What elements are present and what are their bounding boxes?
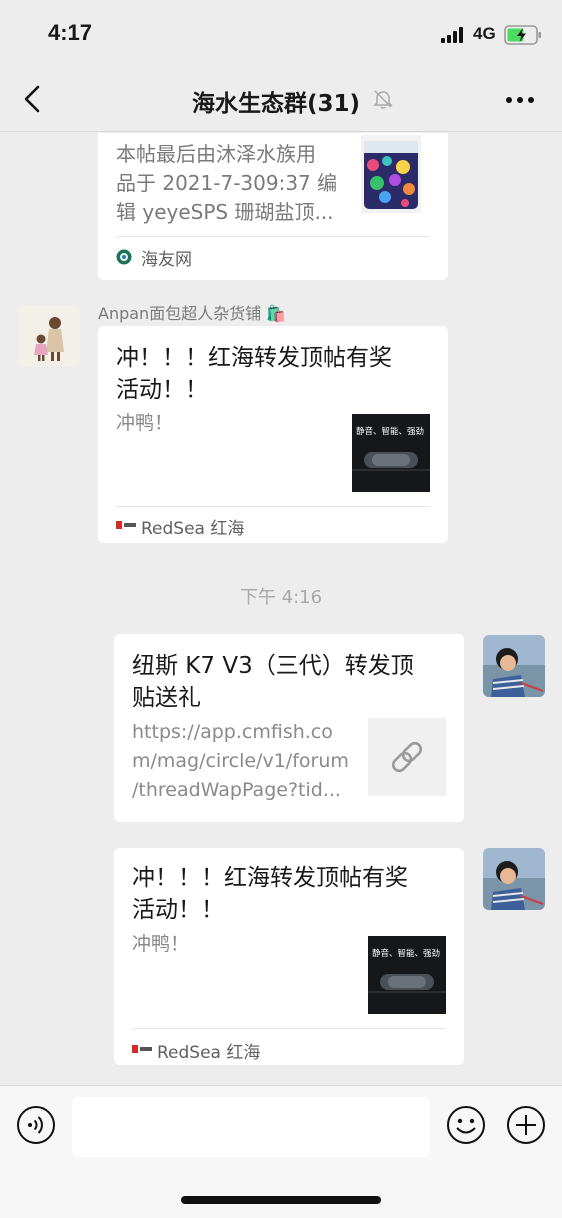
card-divider: [116, 506, 430, 507]
card-description: 冲鸭！: [116, 412, 174, 434]
sender-avatar[interactable]: [18, 305, 80, 367]
card-description-line: 辑 yeyeSPS 珊瑚盐顶...: [116, 200, 334, 224]
link-icon: [391, 741, 423, 773]
card-title-line: 冲！！！红海转发顶帖有奖: [132, 865, 408, 891]
source-logo-icon: [116, 249, 132, 265]
card-description-line: 本帖最后由沐泽水族用: [116, 142, 316, 166]
message-timestamp: 下午 4:16: [239, 587, 323, 608]
emoji-icon[interactable]: [446, 1105, 486, 1145]
home-indicator[interactable]: [181, 1196, 381, 1204]
card-title: 冲！！！红海转发顶帖有奖 活动！！: [132, 862, 452, 926]
card-description-line: /threadWapPage?tid...: [132, 779, 341, 801]
status-time: 4:17: [48, 20, 93, 45]
network-type: 4G: [473, 24, 496, 43]
card-title-line: 冲！！！红海转发顶帖有奖: [116, 345, 392, 371]
card-title: 冲！！！红海转发顶帖有奖 活动！！: [116, 342, 436, 406]
card-divider: [132, 1028, 446, 1029]
my-avatar[interactable]: [483, 635, 545, 697]
card-divider: [116, 236, 430, 237]
link-placeholder-thumbnail: [368, 718, 446, 796]
battery-charging-icon: [504, 25, 541, 45]
link-card[interactable]: 本帖最后由沐泽水族用 品于 2021-7-309:37 编 辑 yeyeSPS …: [98, 133, 448, 280]
card-thumbnail: [361, 135, 421, 213]
message-input[interactable]: [72, 1097, 430, 1157]
link-card[interactable]: 冲！！！红海转发顶帖有奖 活动！！ 冲鸭！ 静音、智能、强劲 RedSea 红海: [114, 848, 464, 1065]
card-source-name: RedSea 红海: [157, 1043, 261, 1063]
card-description-line: 品于 2021-7-309:37 编: [116, 171, 338, 195]
status-bar: 4:17 4G: [0, 0, 562, 68]
card-title-line: 纽斯 K7 V3（三代）转发顶: [132, 653, 414, 679]
thumbnail-text: 静音、智能、强劲: [372, 948, 440, 959]
card-description: https://app.cmfish.co m/mag/circle/v1/fo…: [132, 718, 362, 805]
plus-icon[interactable]: [506, 1105, 546, 1145]
card-title-line: 活动！！: [132, 897, 224, 923]
card-source-name: 海友网: [141, 250, 192, 270]
mute-bell-icon: [373, 90, 393, 109]
link-card[interactable]: 纽斯 K7 V3（三代）转发顶 贴送礼 https://app.cmfish.c…: [114, 634, 464, 822]
chat-title: 海水生态群(31): [192, 91, 361, 117]
card-title-line: 贴送礼: [132, 685, 201, 711]
redsea-logo-icon: [132, 1045, 152, 1053]
card-thumbnail: 静音、智能、强劲: [352, 414, 430, 492]
redsea-logo-icon: [116, 521, 136, 529]
my-avatar[interactable]: [483, 848, 545, 910]
message-list[interactable]: 本帖最后由沐泽水族用 品于 2021-7-309:37 编 辑 yeyeSPS …: [0, 133, 562, 1085]
link-card[interactable]: 冲！！！红海转发顶帖有奖 活动！！ 冲鸭！ 静音、智能、强劲 RedSea 红海: [98, 326, 448, 543]
thumbnail-text: 静音、智能、强劲: [356, 426, 424, 437]
back-chevron-icon[interactable]: [20, 84, 44, 114]
card-description-line: https://app.cmfish.co: [132, 721, 333, 743]
signal-strength-icon: [441, 27, 463, 43]
card-source-name: RedSea 红海: [141, 519, 245, 539]
chat-header: 海水生态群(31): [0, 68, 562, 132]
more-dots-icon[interactable]: [505, 96, 535, 104]
card-thumbnail: 静音、智能、强劲: [368, 936, 446, 1014]
voice-icon[interactable]: [16, 1105, 56, 1145]
card-description: 本帖最后由沐泽水族用 品于 2021-7-309:37 编 辑 yeyeSPS …: [116, 140, 346, 227]
card-title-line: 活动！！: [116, 377, 208, 403]
sender-name: Anpan面包超人杂货铺 🛍️: [98, 304, 287, 323]
card-description-line: m/mag/circle/v1/forum: [132, 750, 349, 772]
card-title: 纽斯 K7 V3（三代）转发顶 贴送礼: [132, 650, 452, 714]
card-description: 冲鸭！: [132, 933, 190, 955]
